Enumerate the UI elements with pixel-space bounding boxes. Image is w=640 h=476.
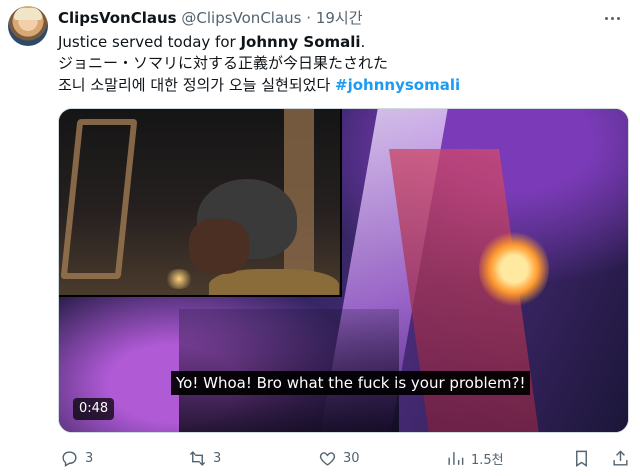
tweet-text-line-1: Justice served today for Johnny Somali. bbox=[58, 32, 628, 53]
hashtag-link[interactable]: #johnnysomali bbox=[335, 76, 460, 94]
tweet-header: ClipsVonClaus @ClipsVonClaus · 19시간 bbox=[58, 8, 363, 28]
bold-name: Johnny Somali bbox=[240, 33, 361, 51]
share-icon bbox=[613, 449, 628, 466]
separator: · bbox=[306, 9, 312, 27]
video-duration: 0:48 bbox=[73, 398, 115, 420]
avatar[interactable] bbox=[8, 6, 48, 46]
text-segment: 조니 소말리에 대한 정의가 오늘 실현되었다 bbox=[58, 76, 336, 94]
tweet-text-line-2: ジョニー・ソマリに対する正義が今日果たされた bbox=[58, 54, 389, 72]
retweet-icon bbox=[189, 450, 206, 466]
bookmark-button[interactable] bbox=[572, 446, 591, 470]
timestamp[interactable]: 19시간 bbox=[316, 9, 363, 27]
author-name[interactable]: ClipsVonClaus bbox=[58, 9, 177, 27]
video-inset-frame bbox=[59, 109, 342, 297]
author-handle[interactable]: @ClipsVonClaus bbox=[181, 9, 301, 27]
bookmark-icon bbox=[576, 450, 587, 467]
views-button[interactable]: 1.5천 bbox=[446, 446, 504, 470]
like-button[interactable]: 30 bbox=[318, 446, 360, 470]
heart-icon bbox=[319, 451, 336, 466]
reply-icon bbox=[62, 450, 77, 467]
views-icon bbox=[448, 451, 464, 465]
reply-button[interactable]: 3 bbox=[60, 446, 93, 470]
tweet-text-line-3: 조니 소말리에 대한 정의가 오늘 실현되었다 #johnnysomali bbox=[58, 75, 628, 96]
like-count: 30 bbox=[343, 450, 360, 466]
action-bar: 3 3 30 1.5천 bbox=[58, 446, 633, 470]
share-button[interactable] bbox=[611, 446, 630, 470]
video-caption: Yo! Whoa! Bro what the fuck is your prob… bbox=[171, 371, 531, 395]
text-segment: Justice served today for bbox=[58, 33, 241, 51]
video-player[interactable]: Yo! Whoa! Bro what the fuck is your prob… bbox=[58, 108, 629, 433]
retweet-count: 3 bbox=[213, 450, 222, 466]
retweet-button[interactable]: 3 bbox=[188, 446, 221, 470]
view-count: 1.5천 bbox=[471, 452, 504, 468]
more-dots-icon[interactable] bbox=[600, 8, 624, 28]
text-segment: . bbox=[360, 33, 366, 51]
reply-count: 3 bbox=[85, 450, 94, 466]
